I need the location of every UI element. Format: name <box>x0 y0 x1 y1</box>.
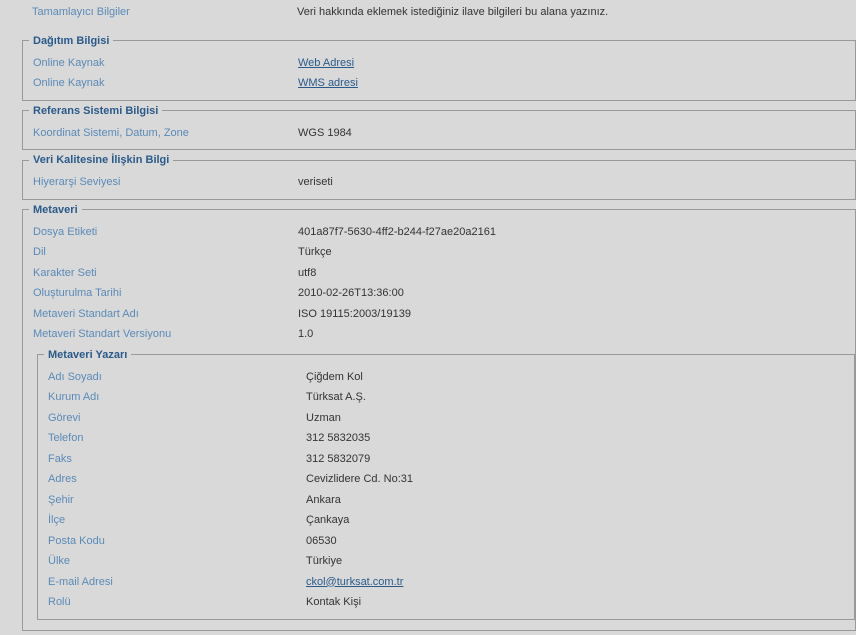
author-role-label: Rolü <box>48 594 306 611</box>
author-name-row: Adı Soyadı Çiğdem Kol <box>38 367 854 388</box>
data-quality-legend: Veri Kalitesine İlişkin Bilgi <box>29 154 173 166</box>
std-version-label: Metaveri Standart Versiyonu <box>33 326 298 343</box>
file-label-value: 401a87f7-5630-4ff2-b244-f27ae20a2161 <box>298 224 496 241</box>
author-fax-row: Faks 312 5832079 <box>38 449 854 470</box>
author-address-row: Adres Cevizlidere Cd. No:31 <box>38 469 854 490</box>
author-postal-value: 06530 <box>306 533 337 550</box>
std-name-value: ISO 19115:2003/19139 <box>298 306 411 323</box>
supplementary-info-label: Tamamlayıcı Bilgiler <box>32 4 297 21</box>
author-country-label: Ülke <box>48 553 306 570</box>
author-phone-label: Telefon <box>48 430 306 447</box>
author-phone-value: 312 5832035 <box>306 430 370 447</box>
author-position-row: Görevi Uzman <box>38 408 854 429</box>
charset-value: utf8 <box>298 265 316 282</box>
author-district-row: İlçe Çankaya <box>38 510 854 531</box>
coord-system-row: Koordinat Sistemi, Datum, Zone WGS 1984 <box>23 123 855 144</box>
distribution-legend: Dağıtım Bilgisi <box>29 35 113 47</box>
author-postal-row: Posta Kodu 06530 <box>38 531 854 552</box>
hierarchy-level-label: Hiyerarşi Seviyesi <box>33 174 298 191</box>
language-row: Dil Türkçe <box>23 242 855 263</box>
reference-system-fieldset: Referans Sistemi Bilgisi Koordinat Siste… <box>22 105 856 151</box>
author-position-value: Uzman <box>306 410 341 427</box>
author-phone-row: Telefon 312 5832035 <box>38 428 854 449</box>
author-name-label: Adı Soyadı <box>48 369 306 386</box>
online-source-label-2: Online Kaynak <box>33 75 298 92</box>
author-address-label: Adres <box>48 471 306 488</box>
metadata-legend: Metaveri <box>29 204 82 216</box>
author-country-row: Ülke Türkiye <box>38 551 854 572</box>
author-city-value: Ankara <box>306 492 341 509</box>
created-date-row: Oluşturulma Tarihi 2010-02-26T13:36:00 <box>23 283 855 304</box>
author-position-label: Görevi <box>48 410 306 427</box>
author-org-row: Kurum Adı Türksat A.Ş. <box>38 387 854 408</box>
author-city-label: Şehir <box>48 492 306 509</box>
std-version-value: 1.0 <box>298 326 313 343</box>
distribution-fieldset: Dağıtım Bilgisi Online Kaynak Web Adresi… <box>22 35 856 101</box>
author-fax-label: Faks <box>48 451 306 468</box>
file-label-label: Dosya Etiketi <box>33 224 298 241</box>
reference-system-legend: Referans Sistemi Bilgisi <box>29 105 162 117</box>
author-city-row: Şehir Ankara <box>38 490 854 511</box>
author-org-label: Kurum Adı <box>48 389 306 406</box>
created-date-value: 2010-02-26T13:36:00 <box>298 285 404 302</box>
online-source-row-1: Online Kaynak Web Adresi <box>23 53 855 74</box>
online-source-row-2: Online Kaynak WMS adresi <box>23 73 855 94</box>
author-district-label: İlçe <box>48 512 306 529</box>
author-country-value: Türkiye <box>306 553 342 570</box>
data-quality-fieldset: Veri Kalitesine İlişkin Bilgi Hiyerarşi … <box>22 154 856 200</box>
author-email-row: E-mail Adresi ckol@turksat.com.tr <box>38 572 854 593</box>
coord-system-value: WGS 1984 <box>298 125 352 142</box>
hierarchy-level-row: Hiyerarşi Seviyesi veriseti <box>23 172 855 193</box>
metadata-author-legend: Metaveri Yazarı <box>44 349 131 361</box>
wms-address-link[interactable]: WMS adresi <box>298 75 358 92</box>
std-name-row: Metaveri Standart Adı ISO 19115:2003/191… <box>23 304 855 325</box>
created-date-label: Oluşturulma Tarihi <box>33 285 298 302</box>
online-source-label-1: Online Kaynak <box>33 55 298 72</box>
author-role-row: Rolü Kontak Kişi <box>38 592 854 613</box>
supplementary-info-row: Tamamlayıcı Bilgiler Veri hakkında eklem… <box>0 0 856 31</box>
author-fax-value: 312 5832079 <box>306 451 370 468</box>
std-version-row: Metaveri Standart Versiyonu 1.0 <box>23 324 855 345</box>
supplementary-info-value: Veri hakkında eklemek istediğiniz ilave … <box>297 4 608 21</box>
hierarchy-level-value: veriseti <box>298 174 333 191</box>
author-district-value: Çankaya <box>306 512 349 529</box>
author-name-value: Çiğdem Kol <box>306 369 363 386</box>
author-postal-label: Posta Kodu <box>48 533 306 550</box>
author-role-value: Kontak Kişi <box>306 594 361 611</box>
std-name-label: Metaveri Standart Adı <box>33 306 298 323</box>
coord-system-label: Koordinat Sistemi, Datum, Zone <box>33 125 298 142</box>
language-value: Türkçe <box>298 244 332 261</box>
author-address-value: Cevizlidere Cd. No:31 <box>306 471 413 488</box>
metadata-author-fieldset: Metaveri Yazarı Adı Soyadı Çiğdem Kol Ku… <box>37 349 855 620</box>
metadata-fieldset: Metaveri Dosya Etiketi 401a87f7-5630-4ff… <box>22 204 856 631</box>
charset-label: Karakter Seti <box>33 265 298 282</box>
file-label-row: Dosya Etiketi 401a87f7-5630-4ff2-b244-f2… <box>23 222 855 243</box>
charset-row: Karakter Seti utf8 <box>23 263 855 284</box>
web-address-link[interactable]: Web Adresi <box>298 55 354 72</box>
language-label: Dil <box>33 244 298 261</box>
author-org-value: Türksat A.Ş. <box>306 389 366 406</box>
